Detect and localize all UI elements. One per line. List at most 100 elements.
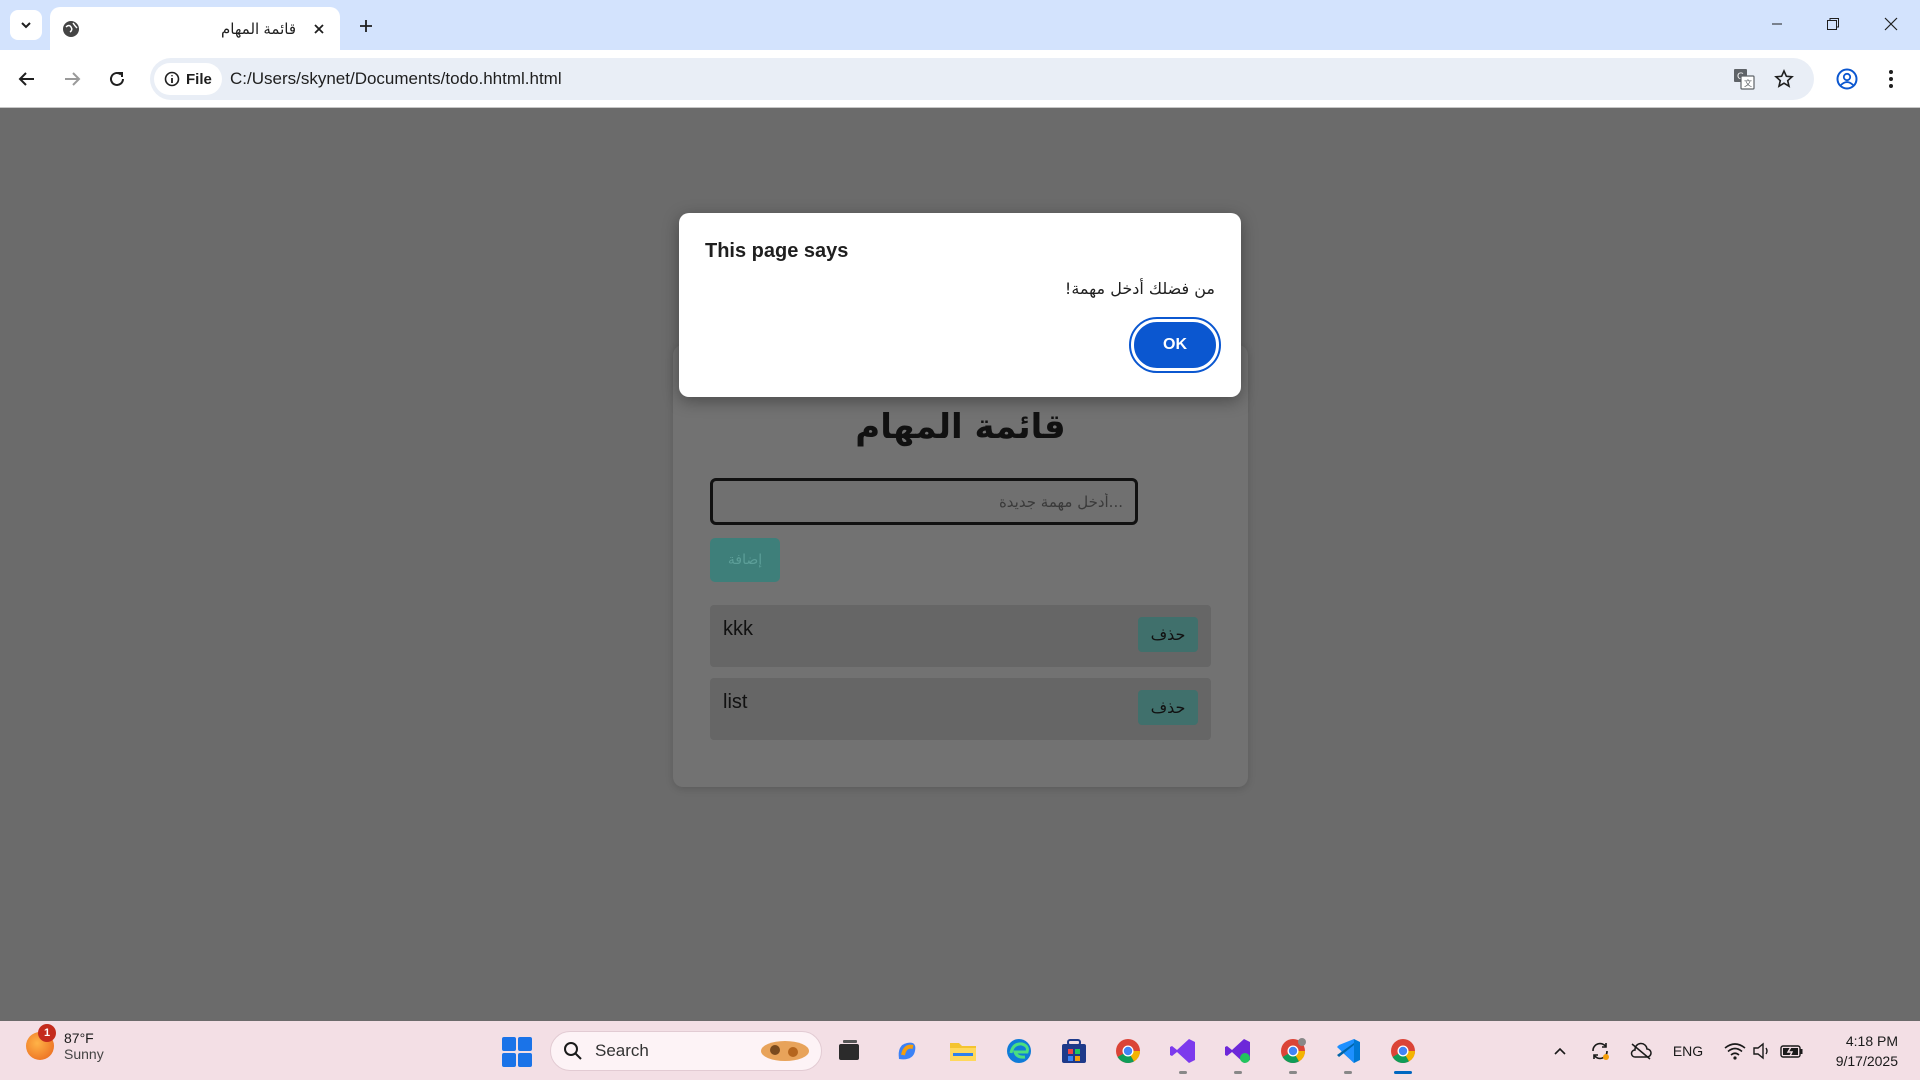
tab-search-button[interactable]: [10, 10, 42, 40]
battery-tray-button[interactable]: [1778, 1034, 1806, 1068]
start-button[interactable]: [502, 1037, 532, 1067]
system-clock[interactable]: 4:18 PM 9/17/2025: [1810, 1031, 1898, 1071]
plus-icon: [360, 20, 372, 32]
folder-icon: [950, 1043, 976, 1061]
chrome-icon: [1116, 1039, 1140, 1064]
site-info-chip[interactable]: File: [154, 63, 222, 95]
bookmark-button[interactable]: [1770, 65, 1798, 93]
clock-time: 4:18 PM: [1845, 1033, 1898, 1049]
task-input[interactable]: [710, 478, 1138, 525]
task-item: list حذف: [710, 678, 1211, 740]
chrome-app[interactable]: [1111, 1034, 1145, 1068]
weather-widget[interactable]: 1 87°F Sunny: [26, 1024, 104, 1062]
edge-icon: [1007, 1039, 1031, 1063]
ok-button[interactable]: OK: [1129, 317, 1221, 373]
reload-icon: [110, 71, 124, 86]
windows-logo-tile: [518, 1037, 532, 1051]
store-icon: [1062, 1039, 1086, 1063]
battery-charging-icon: [1780, 1045, 1803, 1058]
sync-icon: [1592, 1042, 1609, 1060]
clock-date: 9/17/2025: [1835, 1053, 1898, 1069]
todo-container: قائمة المهام إضافة kkk حذف list حذف: [673, 345, 1248, 787]
account-icon: [1836, 68, 1858, 90]
add-task-button[interactable]: إضافة: [710, 538, 780, 582]
show-hidden-icons-button[interactable]: [1548, 1034, 1572, 1068]
sync-tray-button[interactable]: [1585, 1034, 1615, 1068]
cloud-off-icon: [1630, 1042, 1652, 1060]
visual-studio-icon: [1170, 1039, 1195, 1063]
close-window-button[interactable]: [1868, 8, 1914, 40]
restore-icon: [1827, 18, 1839, 30]
search-highlight-icon: [761, 1041, 809, 1061]
volume-tray-button[interactable]: [1750, 1034, 1774, 1068]
close-icon: [1884, 17, 1898, 31]
minimize-icon: [1772, 23, 1782, 25]
wifi-icon: [1724, 1043, 1746, 1060]
running-indicator: [1344, 1071, 1352, 1074]
weather-temperature: 87°F: [64, 1030, 94, 1046]
search-label: Search: [595, 1041, 649, 1060]
task-view-button[interactable]: [832, 1034, 866, 1068]
visual-studio-app[interactable]: [1166, 1034, 1200, 1074]
tab-close-icon[interactable]: [310, 20, 328, 38]
info-icon: [164, 71, 180, 87]
chevron-up-icon: [1554, 1047, 1566, 1055]
profile-button[interactable]: [1830, 62, 1864, 96]
minimize-button[interactable]: [1754, 8, 1800, 40]
store-app[interactable]: [1057, 1034, 1091, 1068]
onedrive-tray-button[interactable]: [1626, 1034, 1656, 1068]
windows-logo-tile: [502, 1053, 516, 1067]
forward-button[interactable]: [54, 61, 90, 97]
running-indicator: [1179, 1071, 1187, 1074]
task-view-icon: [839, 1040, 859, 1060]
notification-badge: 1: [38, 1024, 56, 1042]
chevron-down-icon: [21, 22, 31, 29]
dialog-heading: This page says: [705, 240, 849, 262]
windows-logo-tile: [518, 1053, 532, 1067]
more-vertical-icon: [1889, 70, 1893, 88]
back-button[interactable]: [9, 61, 45, 97]
browser-toolbar: File C:/Users/skynet/Documents/todo.hhtm…: [0, 50, 1920, 108]
edge-app[interactable]: [1002, 1034, 1036, 1068]
address-bar[interactable]: File C:/Users/skynet/Documents/todo.hhtm…: [150, 58, 1814, 100]
file-explorer-app[interactable]: [946, 1034, 980, 1068]
arrow-left-icon: [18, 72, 34, 86]
delete-task-button[interactable]: حذف: [1138, 617, 1198, 652]
visual-studio-installer-app[interactable]: [1221, 1034, 1255, 1074]
page-title: قائمة المهام: [855, 407, 1066, 447]
windows-logo-tile: [502, 1037, 516, 1051]
chrome-active-app[interactable]: [1386, 1034, 1420, 1074]
task-item: kkk حذف: [710, 605, 1211, 667]
browser-tab[interactable]: قائمة المهام: [50, 7, 340, 50]
vscode-app[interactable]: [1331, 1034, 1365, 1074]
translate-button[interactable]: G文: [1730, 65, 1758, 93]
weather-condition: Sunny: [64, 1046, 104, 1062]
reload-button[interactable]: [99, 61, 135, 97]
chrome-profile-app[interactable]: [1276, 1034, 1310, 1074]
copilot-icon: [898, 1042, 916, 1060]
menu-button[interactable]: [1876, 62, 1906, 96]
restore-button[interactable]: [1810, 8, 1856, 40]
arrow-right-icon: [65, 72, 81, 86]
chrome-icon: [1391, 1039, 1415, 1064]
taskbar-search[interactable]: Search: [550, 1031, 822, 1071]
new-tab-button[interactable]: [352, 12, 380, 40]
running-indicator: [1289, 1071, 1297, 1074]
wifi-tray-button[interactable]: [1722, 1034, 1748, 1068]
translate-icon: G文: [1734, 69, 1755, 90]
tab-title: قائمة المهام: [221, 20, 296, 38]
url-text[interactable]: C:/Users/skynet/Documents/todo.hhtml.htm…: [230, 69, 562, 89]
active-indicator: [1394, 1071, 1412, 1074]
taskbar: 1 87°F Sunny Search ENG 4:18 PM 9/17/202…: [0, 1021, 1920, 1080]
star-icon: [1774, 69, 1794, 88]
chrome-icon: [1281, 1038, 1306, 1064]
language-indicator[interactable]: ENG: [1668, 1034, 1708, 1068]
vscode-icon: [1337, 1039, 1360, 1063]
task-name: list: [723, 691, 748, 713]
delete-task-button[interactable]: حذف: [1138, 690, 1198, 725]
globe-icon: [63, 20, 79, 37]
sun-icon: 1: [26, 1024, 56, 1060]
browser-tabstrip: قائمة المهام: [0, 0, 1920, 50]
alert-dialog: This page says من فضلك أدخل مهمة! OK: [679, 213, 1241, 397]
copilot-app[interactable]: [890, 1034, 924, 1068]
